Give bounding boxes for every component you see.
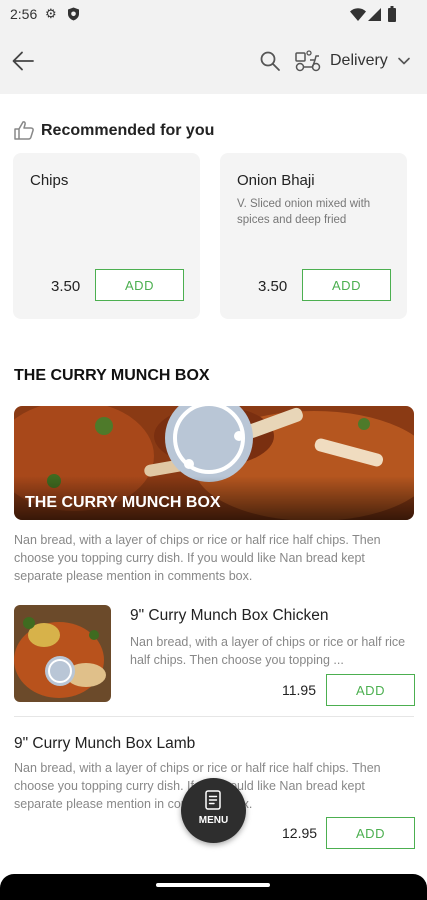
shield-icon [68, 7, 79, 21]
menu-fab-label: MENU [198, 815, 229, 826]
menu-fab-button[interactable]: MENU [181, 778, 246, 843]
wifi-icon [350, 8, 366, 21]
section-heading: THE CURRY MUNCH BOX [14, 367, 210, 384]
home-gesture-handle[interactable] [156, 883, 270, 887]
add-button[interactable]: ADD [326, 674, 415, 706]
item-name: 9" Curry Munch Box Chicken [130, 607, 329, 624]
cellular-signal-icon [368, 8, 381, 21]
recommended-item-name: Onion Bhaji [237, 172, 315, 189]
back-arrow-icon[interactable] [10, 48, 36, 74]
item-photo [14, 605, 111, 702]
recommended-item-description: V. Sliced onion mixed with spices and de… [237, 198, 371, 226]
chevron-down-icon[interactable] [397, 55, 411, 67]
system-nav-bar [0, 874, 427, 900]
battery-icon [388, 6, 396, 22]
recommended-heading: Recommended for you [41, 122, 215, 139]
menu-item-chicken[interactable]: 9" Curry Munch Box Chicken Nan bread, wi… [14, 605, 415, 706]
recommended-item-price: 3.50 [51, 278, 81, 295]
section-banner-image: THE CURRY MUNCH BOX [14, 406, 414, 520]
search-icon[interactable] [259, 50, 281, 72]
app-bar: Delivery [0, 28, 427, 94]
item-price: 11.95 [282, 682, 316, 698]
item-description: Nan bread, with a layer of chips or rice… [130, 635, 406, 667]
delivery-mode-label[interactable]: Delivery [330, 52, 388, 70]
recommended-card-chips[interactable]: Chips 3.50 ADD [13, 153, 200, 319]
banner-title: THE CURRY MUNCH BOX [25, 494, 221, 511]
section-description: Nan bread, with a layer of chips or rice… [14, 533, 381, 583]
status-time: 2:56 [10, 6, 38, 22]
status-bar: 2:56 ⚙ [0, 0, 427, 28]
settings-gear-icon: ⚙ [45, 6, 57, 21]
recommended-item-name: Chips [30, 172, 69, 189]
divider [14, 716, 414, 717]
delivery-scooter-icon[interactable] [294, 49, 322, 73]
item-price: 12.95 [282, 825, 318, 841]
add-button[interactable]: ADD [95, 269, 184, 301]
add-button[interactable]: ADD [326, 817, 415, 849]
thumbs-up-icon [14, 121, 34, 140]
add-button[interactable]: ADD [302, 269, 391, 301]
item-name: 9" Curry Munch Box Lamb [14, 735, 196, 752]
menu-document-icon [205, 790, 221, 810]
recommended-card-onion-bhaji[interactable]: Onion Bhaji V. Sliced onion mixed with s… [220, 153, 407, 319]
recommended-item-price: 3.50 [258, 278, 288, 295]
